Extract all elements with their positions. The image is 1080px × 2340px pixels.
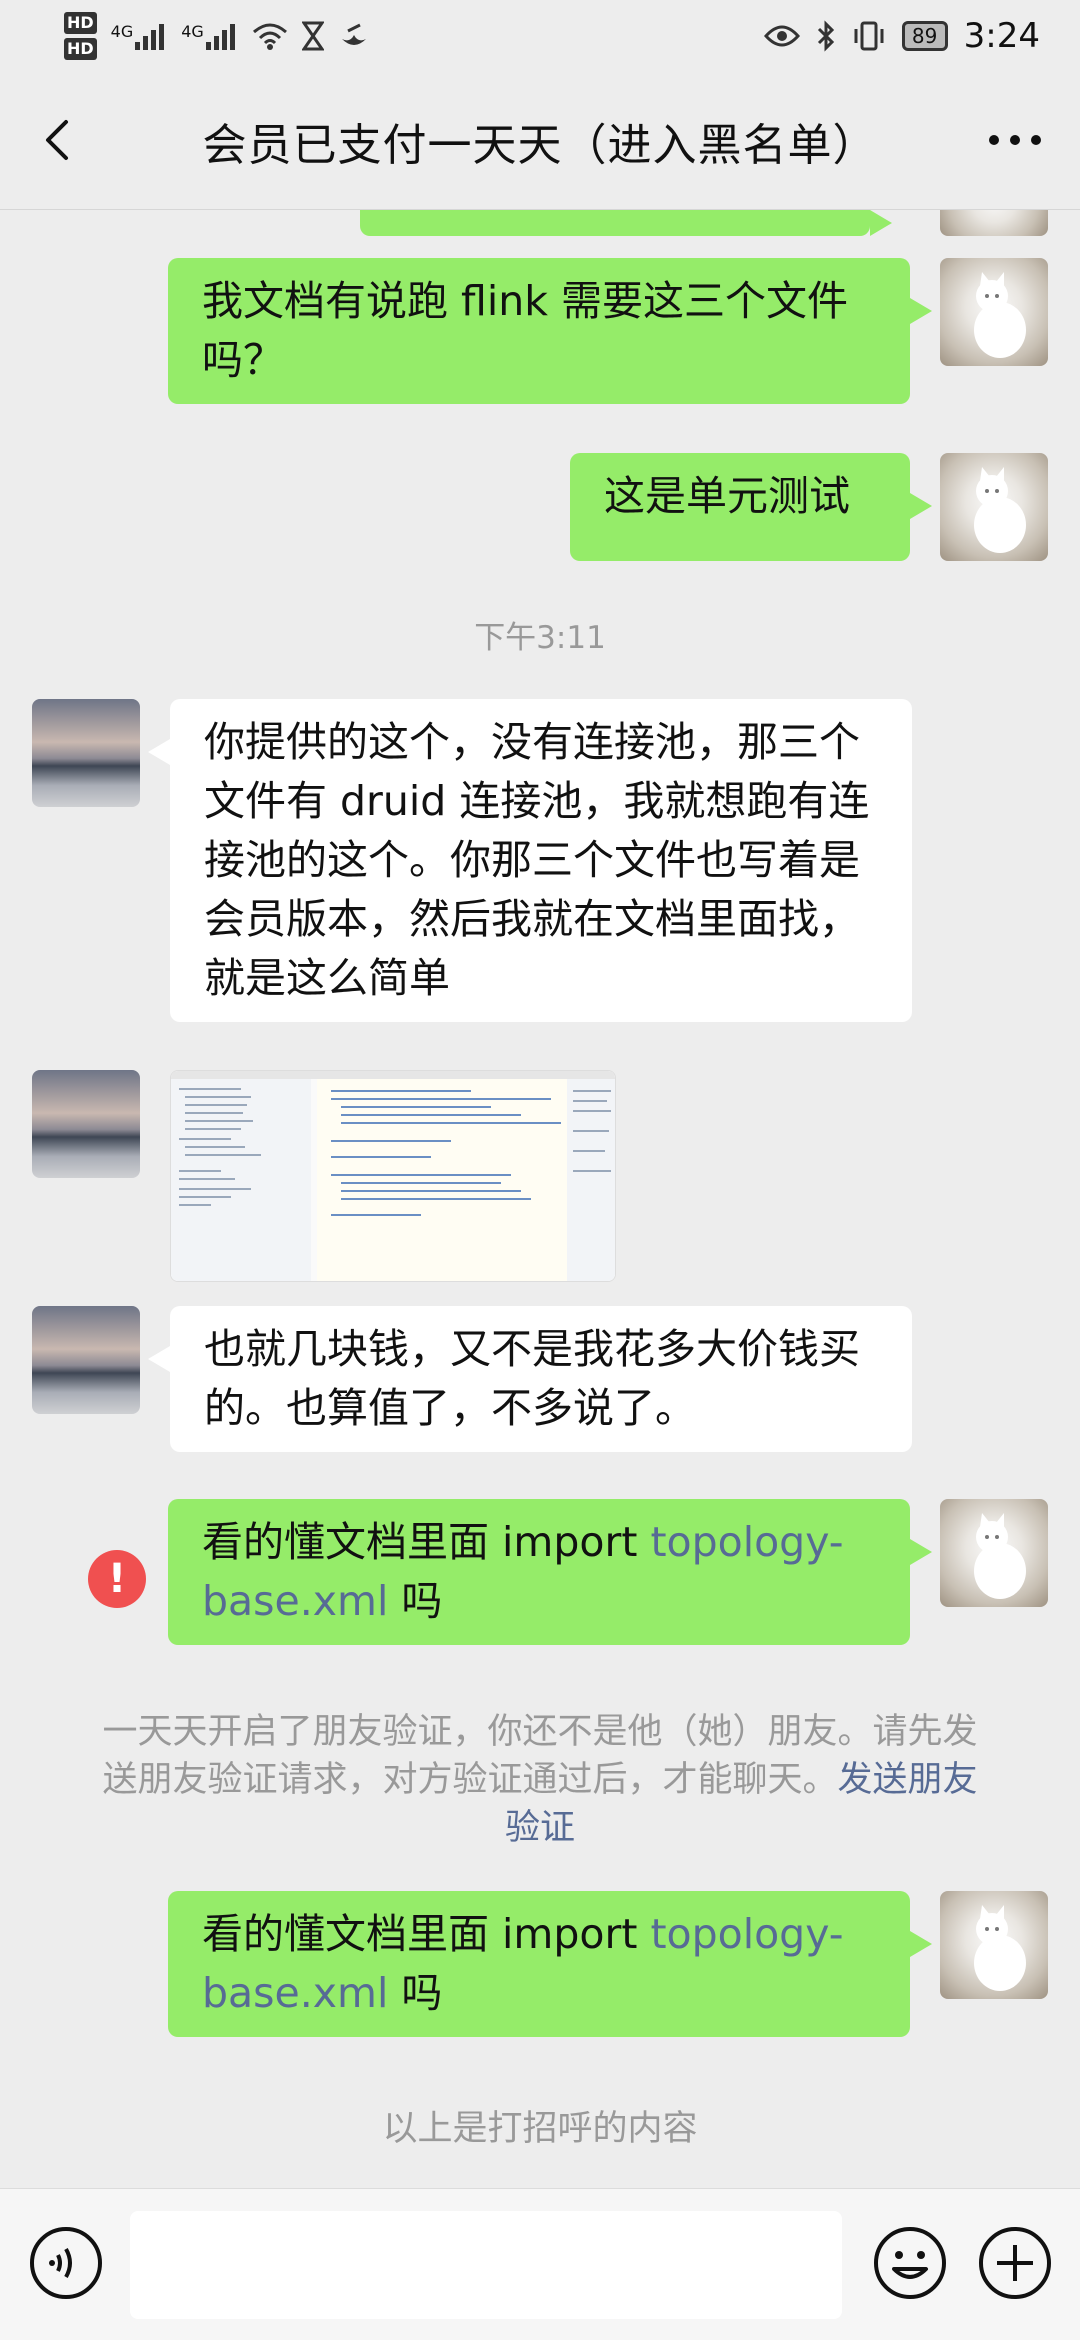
system-message-friend-verification: 一天天开启了朋友验证，你还不是他（她）朋友。请先发送朋友验证请求，对方验证通过后… [90, 1708, 990, 1852]
chevron-left-icon[interactable] [30, 110, 90, 170]
vibrate-icon [854, 21, 884, 51]
cat-avatar-icon [974, 1513, 1026, 1599]
avatar-self[interactable] [940, 453, 1048, 561]
message-bubble-self[interactable]: 看的懂文档里面 import topology-base.xml 吗 [168, 1891, 932, 2037]
message-timestamp: 下午3:11 [474, 620, 606, 656]
eye-icon [763, 25, 800, 47]
hd-label-2: HD [64, 38, 97, 60]
clock: 3:24 [963, 16, 1040, 56]
chat-title: 会员已支付一天天（进入黑名单） [202, 119, 878, 171]
message-text: 也就几块钱，又不是我花多大价钱买的。也算值了，不多说了。 [204, 1325, 860, 1432]
avatar-other[interactable] [32, 1070, 140, 1178]
screenshot-thumbnail-icon [171, 1071, 615, 1281]
avatar-other[interactable] [32, 1306, 140, 1414]
image-message[interactable] [170, 1070, 616, 1282]
cat-avatar-icon [974, 1905, 1026, 1991]
avatar-self[interactable] [940, 1499, 1048, 1607]
avatar-self[interactable] [940, 1891, 1048, 1999]
message-text: 我文档有说跑 flink 需要这三个文件吗？ [202, 277, 849, 384]
avatar-self[interactable] [940, 258, 1048, 366]
hourglass-icon [301, 21, 324, 51]
message-text: 你提供的这个，没有连接池，那三个文件有 druid 连接池，我就想跑有连接池的这… [204, 718, 870, 1002]
message-bubble-partial[interactable] [360, 210, 892, 236]
emoji-icon[interactable] [872, 2225, 948, 2301]
wifi-icon [252, 23, 287, 50]
avatar-other[interactable] [32, 699, 140, 807]
hd-indicator: HD HD [64, 10, 97, 62]
avatar-self[interactable] [940, 210, 1048, 236]
input-bar [0, 2188, 1080, 2340]
message-text-suffix: 吗 [388, 1969, 443, 2017]
message-text: 看的懂文档里面 import [202, 1518, 651, 1566]
message-bubble-self[interactable]: 这是单元测试 [570, 453, 932, 561]
app-notification-icon [341, 23, 366, 45]
battery-level: 89 [911, 24, 938, 48]
chat-header: 会员已支付一天天（进入黑名单） [0, 72, 1080, 210]
message-input[interactable] [130, 2211, 842, 2319]
message-bubble-other[interactable]: 也就几块钱，又不是我花多大价钱买的。也算值了，不多说了。 [148, 1306, 912, 1452]
message-text: 这是单元测试 [604, 472, 850, 520]
battery-icon: 89 [901, 21, 948, 51]
message-text: 看的懂文档里面 import [202, 1910, 651, 1958]
greeting-note: 以上是打招呼的内容 [382, 2109, 698, 2149]
message-bubble-self[interactable]: 看的懂文档里面 import topology-base.xml 吗 [168, 1499, 932, 1645]
plus-icon[interactable] [977, 2225, 1053, 2301]
status-bar: HD HD 4G 4G 89 3:24 [0, 0, 1080, 72]
network-type-2: 4G [181, 22, 204, 41]
message-bubble-self[interactable]: 我文档有说跑 flink 需要这三个文件吗？ [168, 258, 932, 404]
more-dots-icon[interactable] [980, 110, 1050, 170]
cat-avatar-icon [974, 467, 1026, 553]
hd-label-1: HD [64, 12, 97, 34]
send-failed-icon[interactable]: ! [88, 1550, 146, 1608]
cell-signal-icon-2: 4G [181, 22, 238, 50]
cat-avatar-icon [974, 272, 1026, 358]
message-bubble-other[interactable]: 你提供的这个，没有连接池，那三个文件有 druid 连接池，我就想跑有连接池的这… [148, 699, 912, 1022]
bluetooth-icon [817, 20, 834, 52]
cell-signal-icon-1: 4G [111, 22, 168, 50]
network-type-1: 4G [110, 22, 134, 41]
chat-messages[interactable]: 我文档有说跑 flink 需要这三个文件吗？ 这是单元测试 下午3:11 你提供… [0, 210, 1080, 2188]
message-text-suffix: 吗 [388, 1577, 443, 1625]
voice-icon[interactable] [28, 2225, 104, 2301]
